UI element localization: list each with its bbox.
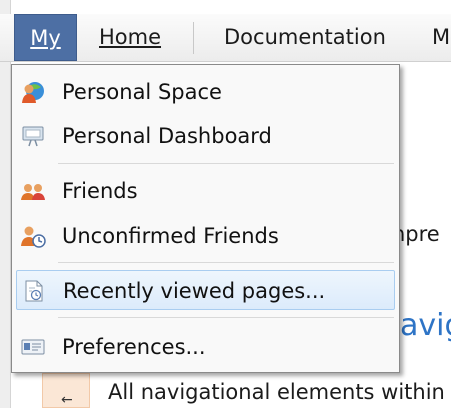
menu-my-label: My [30,26,61,50]
sidebar-toggle-tab[interactable]: ← [42,373,90,408]
menu-home[interactable]: Home [99,14,161,61]
menu-separator [58,262,394,263]
my-dropdown-menu: Personal Space Personal Dashboard Friend… [11,64,400,373]
recent-pages-icon [25,280,43,302]
menu-item-label: Unconfirmed Friends [62,224,279,248]
menu-item-personal-space[interactable]: Personal Space [16,72,395,112]
menu-documentation-label: Documentation [224,25,386,49]
menu-documentation[interactable]: Documentation [224,14,386,61]
menu-item-label: Personal Dashboard [62,124,272,148]
friends-icon [21,184,45,200]
background-body-text: All navigational elements within [108,380,445,404]
dashboard-icon [22,126,44,147]
menu-item-personal-dashboard[interactable]: Personal Dashboard [16,116,395,156]
menu-my[interactable]: My [14,14,77,61]
unconfirmed-friends-icon [21,226,46,248]
preferences-icon [21,339,45,355]
menu-item-label: Friends [62,179,138,203]
left-arrow-icon: ← [61,392,73,408]
menu-item-friends[interactable]: Friends [16,171,395,211]
top-menubar: My Home Documentation M [0,14,451,62]
menu-home-label: Home [99,25,162,49]
menubar-divider [193,22,194,54]
menu-item-recently-viewed-pages[interactable]: Recently viewed pages... [16,270,395,310]
menu-separator [58,317,394,318]
menu-item-label: Personal Space [62,80,222,104]
menu-item-unconfirmed-friends[interactable]: Unconfirmed Friends [16,216,395,256]
menu-separator [58,163,394,164]
background-heading-link[interactable]: avig [400,308,451,343]
app-window: npre avig All navigational elements with… [0,0,451,408]
menu-item-label: Recently viewed pages... [63,279,326,303]
menu-item-preferences[interactable]: Preferences... [16,327,395,367]
menu-overflow-item[interactable]: M [432,14,451,61]
personal-space-icon [22,82,44,103]
menu-item-label: Preferences... [62,335,206,359]
menu-overflow-label: M [432,25,451,49]
